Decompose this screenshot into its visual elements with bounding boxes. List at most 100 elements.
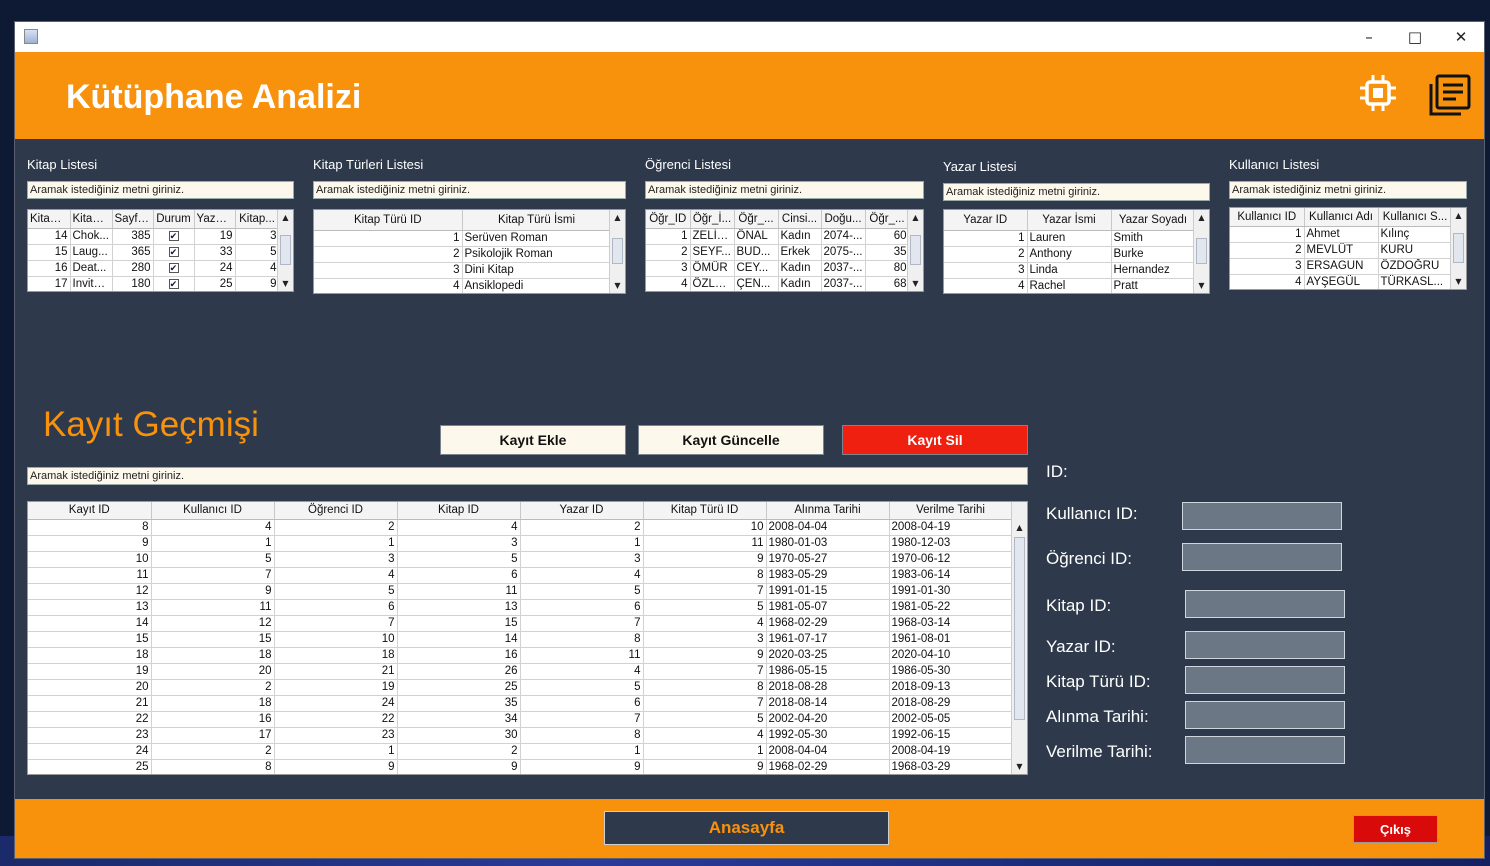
table-row[interactable]: 1 ZELİHA ÖNAL Kadın 2074-... 60: [646, 228, 910, 245]
column-header[interactable]: Kitap Türü ID: [314, 210, 463, 231]
table-row[interactable]: 3 ERSAGUN ÖZDOĞRU: [1230, 258, 1453, 275]
scroll-down-arrow-icon[interactable]: ▼: [1451, 274, 1466, 289]
column-header[interactable]: Alınma Tarihi: [766, 502, 890, 520]
table-row[interactable]: 3 ÖMÜR CEY... Kadın 2037-... 80: [646, 260, 910, 277]
column-header[interactable]: Cinsi...: [778, 210, 822, 229]
scroll-thumb[interactable]: [1196, 238, 1207, 264]
column-header[interactable]: Yazar ID: [944, 210, 1028, 231]
scroll-down-arrow-icon[interactable]: ▼: [610, 278, 625, 293]
processor-chip-icon[interactable]: [1359, 74, 1397, 112]
table-row[interactable]: 15 Laug... 365 ✔ 33 5: [28, 244, 280, 261]
vertical-scrollbar[interactable]: ▲ ▼: [907, 210, 923, 291]
table-row[interactable]: 2 Psikolojik Roman: [314, 246, 612, 263]
alinma-tarihi-field[interactable]: [1185, 701, 1345, 729]
table-row[interactable]: 14 Chok... 385 ✔ 19 3: [28, 228, 280, 245]
scroll-up-arrow-icon[interactable]: ▲: [610, 210, 625, 225]
scroll-thumb[interactable]: [1453, 233, 1464, 263]
scroll-thumb[interactable]: [910, 235, 921, 265]
column-header[interactable]: Kitap ID: [397, 502, 521, 520]
yazar-id-field[interactable]: [1185, 631, 1345, 659]
table-row[interactable]: 19 20 21 26 4 7 1986-05-15 1986-05-30: [28, 663, 1013, 680]
column-header[interactable]: Kitap ...: [28, 210, 71, 229]
kullanici-table[interactable]: Kullanıcı ID Kullanıcı Adı Kullanıcı S..…: [1229, 207, 1467, 290]
scroll-up-arrow-icon[interactable]: ▲: [1451, 208, 1466, 223]
column-header[interactable]: Kullanıcı Adı: [1304, 208, 1379, 227]
kitap-table[interactable]: Kitap ... Kitap ... Sayfa... Durum Yazar…: [27, 209, 294, 292]
close-button[interactable]: ✕: [1438, 22, 1484, 52]
table-row[interactable]: 12 9 5 11 5 7 1991-01-15 1991-01-30: [28, 583, 1013, 600]
kullanici-id-field[interactable]: [1182, 502, 1342, 530]
status-checkbox[interactable]: ✔: [168, 263, 179, 273]
column-header[interactable]: Kayıt ID: [28, 502, 152, 520]
status-checkbox[interactable]: ✔: [168, 247, 179, 257]
table-row[interactable]: 14 12 7 15 7 4 1968-02-29 1968-03-14: [28, 615, 1013, 632]
table-row[interactable]: 21 18 24 35 6 7 2018-08-14 2018-08-29: [28, 695, 1013, 712]
column-header[interactable]: Kitap Türü ID: [643, 502, 767, 520]
scroll-down-arrow-icon[interactable]: ▼: [1012, 759, 1027, 774]
column-header[interactable]: Yazar İsmi: [1027, 210, 1112, 231]
kitap-turleri-search-input[interactable]: Aramak istediğiniz metni giriniz.: [313, 181, 626, 199]
exit-button[interactable]: Çıkış: [1353, 815, 1438, 843]
table-row[interactable]: 1 Serüven Roman: [314, 230, 612, 247]
vertical-scrollbar[interactable]: ▲ ▼: [1450, 208, 1466, 289]
table-row[interactable]: 11 7 4 6 4 8 1983-05-29 1983-06-14: [28, 567, 1013, 584]
table-row[interactable]: 25 8 9 9 9 9 1968-02-29 1968-03-29: [28, 759, 1013, 774]
scroll-thumb[interactable]: [612, 238, 623, 264]
delete-record-button[interactable]: Kayıt Sil: [842, 425, 1028, 455]
scroll-thumb[interactable]: [1014, 537, 1025, 720]
table-row[interactable]: 4 Ansiklopedi: [314, 278, 612, 293]
ogrenci-id-field[interactable]: [1182, 543, 1342, 571]
column-header[interactable]: Sayfa...: [112, 210, 154, 229]
table-row[interactable]: 22 16 22 34 7 5 2002-04-20 2002-05-05: [28, 711, 1013, 728]
table-row[interactable]: 1 Lauren Smith: [944, 230, 1196, 247]
table-row[interactable]: 2 SEYF... BUD... Erkek 2075-... 35: [646, 244, 910, 261]
add-record-button[interactable]: Kayıt Ekle: [440, 425, 626, 455]
table-row[interactable]: 13 11 6 13 6 5 1981-05-07 1981-05-22: [28, 599, 1013, 616]
kitap-turu-id-field[interactable]: [1185, 666, 1345, 694]
scroll-thumb[interactable]: [280, 235, 291, 265]
kitap-id-field[interactable]: [1185, 590, 1345, 618]
column-header[interactable]: Yazar Soyadı: [1111, 210, 1196, 231]
column-header[interactable]: Kullanıcı S...: [1378, 208, 1453, 227]
table-row[interactable]: 23 17 23 30 8 4 1992-05-30 1992-06-15: [28, 727, 1013, 744]
table-row[interactable]: 8 4 2 4 2 10 2008-04-04 2008-04-19: [28, 519, 1013, 536]
table-row[interactable]: 2 MEVLÜT KURU: [1230, 242, 1453, 259]
column-header[interactable]: Öğrenci ID: [274, 502, 398, 520]
column-header[interactable]: Öğr_...: [734, 210, 779, 229]
table-row[interactable]: 20 2 19 25 5 8 2018-08-28 2018-09-13: [28, 679, 1013, 696]
history-search-input[interactable]: Aramak istediğiniz metni giriniz.: [27, 467, 1028, 485]
column-header[interactable]: Öğr_...: [865, 210, 910, 229]
table-row[interactable]: 2 Anthony Burke: [944, 246, 1196, 263]
scroll-down-arrow-icon[interactable]: ▼: [908, 276, 923, 291]
verilme-tarihi-field[interactable]: [1185, 736, 1345, 764]
minimize-button[interactable]: –: [1346, 22, 1392, 52]
vertical-scrollbar[interactable]: ▲ ▼: [1011, 502, 1027, 774]
table-row[interactable]: 1 Ahmet Kılınç: [1230, 226, 1453, 243]
scroll-down-arrow-icon[interactable]: ▼: [278, 276, 293, 291]
table-row[interactable]: 18 18 18 16 11 9 2020-03-25 2020-04-10: [28, 647, 1013, 664]
table-row[interactable]: 15 15 10 14 8 3 1961-07-17 1961-08-01: [28, 631, 1013, 648]
column-header[interactable]: Yazar...: [194, 210, 236, 229]
status-checkbox[interactable]: ✔: [168, 279, 179, 289]
column-header[interactable]: Kitap Türü İsmi: [462, 210, 612, 231]
table-row[interactable]: 4 Rachel Pratt: [944, 278, 1196, 293]
kitap-search-input[interactable]: Aramak istediğiniz metni giriniz.: [27, 181, 294, 199]
table-row[interactable]: 9 1 1 3 1 11 1980-01-03 1980-12-03: [28, 535, 1013, 552]
status-checkbox[interactable]: ✔: [168, 231, 179, 241]
column-header[interactable]: Kullanıcı ID: [1230, 208, 1305, 227]
column-header[interactable]: Durum: [153, 210, 195, 229]
scroll-up-arrow-icon[interactable]: ▲: [1012, 520, 1027, 535]
maximize-button[interactable]: □: [1392, 22, 1438, 52]
vertical-scrollbar[interactable]: ▲ ▼: [609, 210, 625, 293]
column-header[interactable]: Öğr_ID: [646, 210, 691, 229]
ogrenci-table[interactable]: Öğr_ID Öğr_İ... Öğr_... Cinsi... Doğu...…: [645, 209, 924, 292]
table-row[interactable]: 17 Invite... 180 ✔ 25 9: [28, 276, 280, 291]
table-row[interactable]: 24 2 1 2 1 1 2008-04-04 2008-04-19: [28, 743, 1013, 760]
column-header[interactable]: Öğr_İ...: [690, 210, 735, 229]
table-row[interactable]: 4 ÖZLEM ÇEN... Kadın 2037-... 68: [646, 276, 910, 291]
table-row[interactable]: 3 Linda Hernandez: [944, 262, 1196, 279]
vertical-scrollbar[interactable]: ▲ ▼: [1193, 210, 1209, 293]
yazar-table[interactable]: Yazar ID Yazar İsmi Yazar Soyadı 1 Lauren…: [943, 209, 1210, 294]
scroll-up-arrow-icon[interactable]: ▲: [1194, 210, 1209, 225]
column-header[interactable]: Kullanıcı ID: [151, 502, 275, 520]
